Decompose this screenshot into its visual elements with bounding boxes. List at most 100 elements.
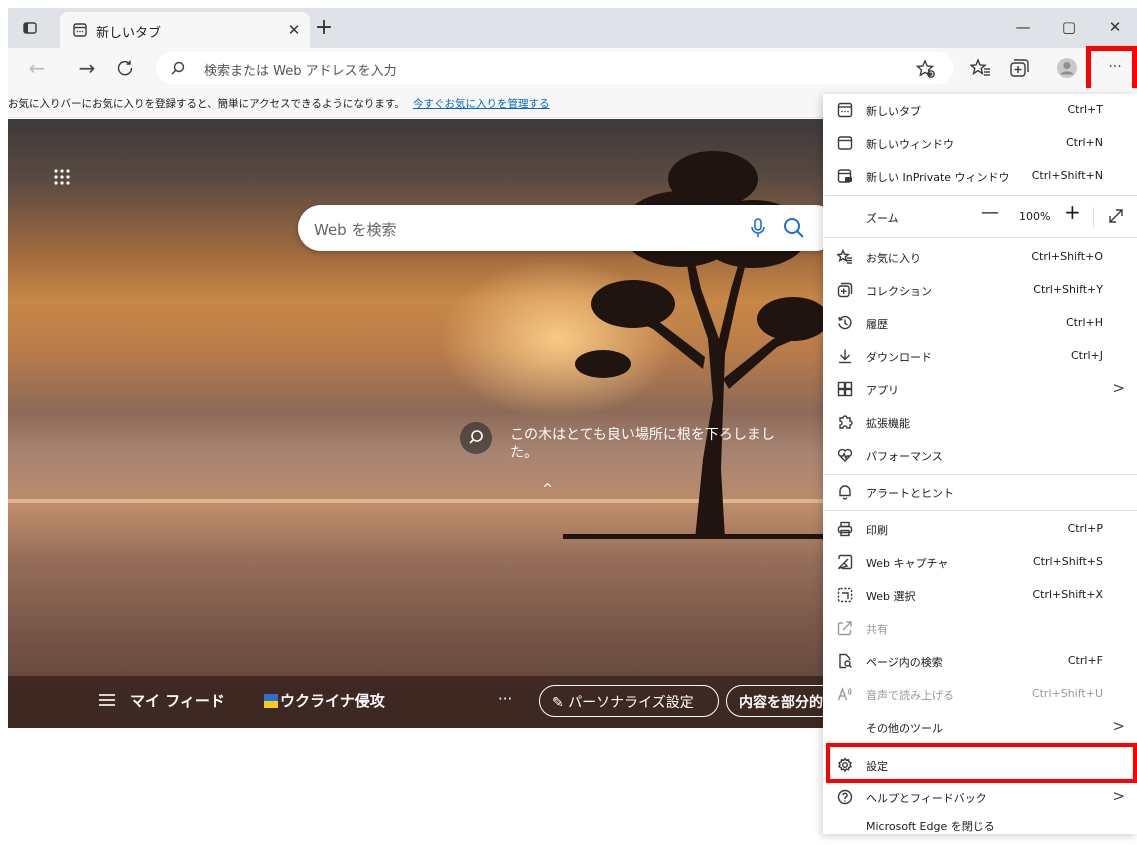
menu-divider [823, 474, 1137, 475]
close-tab-icon[interactable]: ✕ [284, 20, 304, 40]
highlight-settings [826, 743, 1137, 783]
ukraine-invasion-tab[interactable]: ウクライナ侵攻 [280, 690, 385, 711]
menu-item-shortcut: Ctrl+N [1065, 136, 1103, 149]
content-display-button[interactable]: 内容を部分的に表示 [726, 685, 826, 717]
menu-item-print[interactable]: 印刷 Ctrl+P [823, 513, 1137, 545]
hamburger-menu-icon[interactable] [98, 692, 116, 708]
more-topics-button[interactable]: ··· [498, 690, 512, 708]
menu-item-label: 音声で読み上げる [866, 689, 954, 702]
web-select-icon [837, 587, 853, 603]
browser-window: 新しいタブ ✕ + — ▢ ✕ ← → 検索または Web アドレスを入力 ··… [0, 0, 1137, 845]
menu-item-help-feedback[interactable]: ヘルプとフィードバック > [823, 784, 1137, 810]
menu-item-zoom: ズーム — 100% + [823, 199, 1137, 233]
menu-item-shortcut: Ctrl+Shift+N [1031, 169, 1103, 182]
close-window-button[interactable]: ✕ [1100, 18, 1130, 40]
menu-item-label: Microsoft Edge を閉じる [866, 820, 995, 833]
menu-item-close-edge[interactable]: Microsoft Edge を閉じる [823, 812, 1137, 838]
menu-item-new-inprivate[interactable]: 新しい InPrivate ウィンドウ Ctrl+Shift+N [823, 160, 1137, 192]
menu-item-web-select[interactable]: Web 選択 Ctrl+Shift+X [823, 579, 1137, 611]
apps-icon [837, 381, 853, 397]
address-bar[interactable]: 検索または Web アドレスを入力 [156, 52, 954, 84]
manage-favorites-link[interactable]: 今すぐお気に入りを管理する [413, 96, 550, 111]
menu-item-label: 拡張機能 [866, 417, 910, 430]
new-tab-button[interactable]: + [312, 17, 336, 41]
menu-item-label: アプリ [866, 384, 899, 397]
add-favorite-icon[interactable] [916, 59, 936, 79]
collections-icon[interactable] [1008, 57, 1030, 79]
image-info-icon[interactable] [460, 422, 492, 454]
menu-item-more-tools[interactable]: その他のツール > [823, 711, 1137, 743]
search-submit-icon[interactable] [782, 216, 806, 240]
settings-and-more-menu: 新しいタブ Ctrl+T 新しいウィンドウ Ctrl+N 新しい InPriva… [823, 94, 1137, 834]
menu-divider [823, 237, 1137, 238]
web-search-box[interactable]: Web を検索 [298, 205, 826, 251]
refresh-icon[interactable] [116, 59, 134, 77]
menu-divider [823, 195, 1137, 196]
tab-title: 新しいタブ [96, 26, 162, 41]
web-capture-icon [838, 554, 853, 570]
new-tab-page: Web を検索 この木はとても良い場所に根を下ろしました。 ^ マイ フィード … [8, 119, 826, 728]
forward-button[interactable]: → [74, 55, 100, 81]
menu-item-alerts[interactable]: アラートとヒント [823, 476, 1137, 508]
print-icon [837, 521, 853, 537]
menu-item-favorites[interactable]: お気に入り Ctrl+Shift+O [823, 241, 1137, 273]
navigation-bar: ← → 検索または Web アドレスを入力 ··· [8, 48, 1137, 88]
apps-launcher-icon[interactable] [52, 167, 72, 187]
menu-divider [823, 510, 1137, 511]
menu-divider [1093, 207, 1094, 227]
menu-item-label: 印刷 [866, 524, 888, 537]
menu-item-label: Web キャプチャ [866, 557, 949, 570]
zoom-out-button[interactable]: — [981, 202, 999, 223]
minimize-button[interactable]: — [1008, 18, 1038, 40]
menu-item-apps[interactable]: アプリ > [823, 373, 1137, 405]
read-aloud-icon [837, 686, 852, 701]
microphone-icon[interactable] [748, 217, 768, 239]
menu-item-share: 共有 [823, 612, 1137, 644]
extensions-icon [839, 415, 853, 429]
menu-item-label: 履歴 [866, 318, 888, 331]
menu-item-shortcut: Ctrl+Shift+S [1033, 555, 1103, 568]
menu-item-history[interactable]: 履歴 Ctrl+H [823, 307, 1137, 339]
back-button[interactable]: ← [24, 55, 50, 81]
performance-icon [837, 448, 853, 462]
maximize-button[interactable]: ▢ [1054, 18, 1084, 40]
tab-new-tab[interactable]: 新しいタブ ✕ [60, 12, 310, 48]
chevron-right-icon: > [1112, 787, 1125, 805]
menu-item-new-tab[interactable]: 新しいタブ Ctrl+T [823, 94, 1137, 126]
menu-item-label: ズーム [866, 212, 899, 225]
tab-actions-icon[interactable] [22, 20, 38, 36]
menu-item-label: お気に入り [866, 252, 921, 265]
image-caption[interactable]: この木はとても良い場所に根を下ろしました。 [510, 426, 780, 462]
history-icon [838, 315, 852, 330]
chevron-up-icon[interactable]: ^ [542, 482, 553, 497]
menu-item-extensions[interactable]: 拡張機能 [823, 406, 1137, 438]
web-search-placeholder: Web を検索 [314, 221, 397, 239]
content-display-label: 内容を部分的に表示 [739, 695, 826, 711]
background-tree [563, 151, 826, 539]
menu-item-downloads[interactable]: ダウンロード Ctrl+J [823, 340, 1137, 372]
new-tab-icon [837, 102, 853, 118]
menu-item-shortcut: Ctrl+P [1067, 522, 1103, 535]
menu-item-label: 新しいウィンドウ [866, 138, 954, 151]
favorites-icon[interactable] [970, 57, 992, 79]
my-feed-tab[interactable]: マイ フィード [130, 690, 225, 711]
menu-item-performance[interactable]: パフォーマンス [823, 439, 1137, 471]
fullscreen-icon[interactable] [1107, 207, 1125, 225]
zoom-in-button[interactable]: + [1064, 200, 1081, 224]
personalize-button[interactable]: ✎ パーソナライズ設定 [539, 685, 719, 717]
address-placeholder: 検索または Web アドレスを入力 [204, 64, 397, 79]
menu-item-new-window[interactable]: 新しいウィンドウ Ctrl+N [823, 127, 1137, 159]
menu-item-label: ページ内の検索 [866, 656, 943, 669]
personalize-label: パーソナライズ設定 [568, 695, 694, 711]
menu-item-label: コレクション [866, 285, 932, 298]
collections-icon [837, 282, 853, 298]
profile-avatar[interactable] [1056, 57, 1078, 79]
menu-item-shortcut: Ctrl+Shift+U [1031, 687, 1103, 700]
menu-item-label: その他のツール [866, 722, 943, 735]
menu-item-collections[interactable]: コレクション Ctrl+Shift+Y [823, 274, 1137, 306]
menu-item-find-on-page[interactable]: ページ内の検索 Ctrl+F [823, 645, 1137, 677]
menu-item-label: パフォーマンス [866, 450, 943, 463]
favorites-icon [837, 249, 852, 264]
menu-item-web-capture[interactable]: Web キャプチャ Ctrl+Shift+S [823, 546, 1137, 578]
new-tab-icon [73, 23, 87, 37]
